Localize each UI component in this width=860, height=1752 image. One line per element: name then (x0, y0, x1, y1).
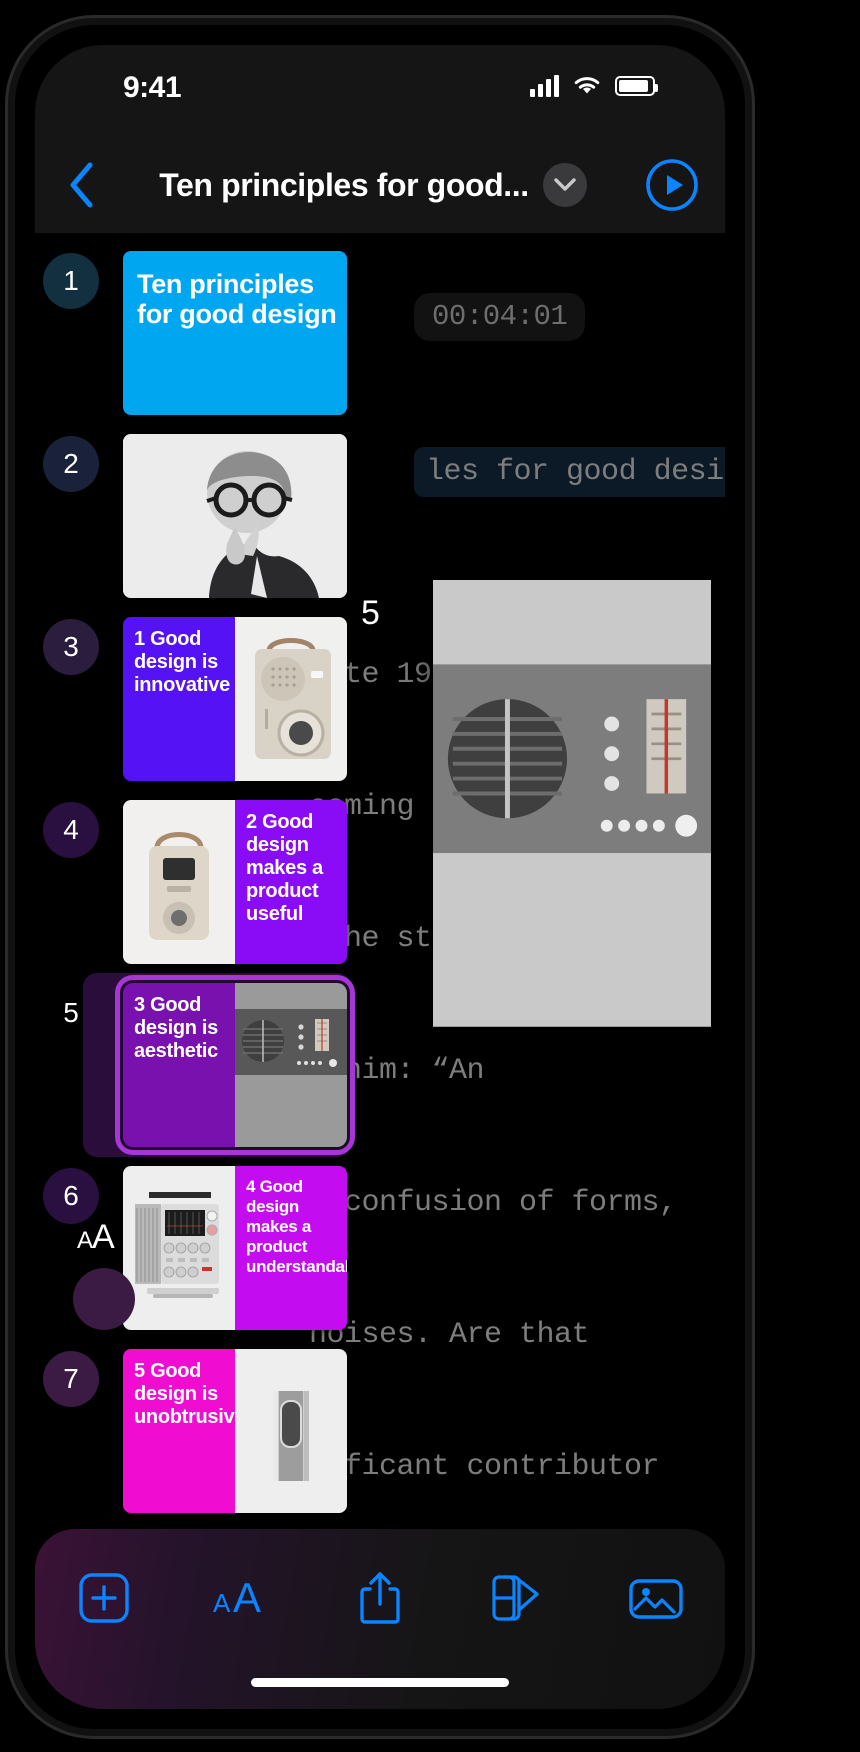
home-indicator (251, 1678, 509, 1687)
braun-juicer-image (123, 800, 235, 964)
color-palette-icon[interactable] (470, 1559, 566, 1637)
status-bar-indicators (530, 75, 658, 97)
slide-thumbnail[interactable] (123, 434, 347, 598)
svg-text:A: A (233, 1574, 261, 1621)
slide-number-badge: 1 (43, 253, 99, 309)
battery-icon (615, 76, 658, 96)
add-plus-square-icon[interactable] (56, 1559, 152, 1637)
braun-audio-system-image (235, 983, 347, 1147)
play-circle-icon (646, 159, 698, 211)
photos-icon[interactable] (608, 1559, 704, 1637)
dragged-slide-number: 5 (361, 594, 380, 632)
braun-receiver-image (123, 1166, 235, 1330)
slide-thumbnail[interactable]: 1 Good design is innovative (123, 617, 347, 781)
slide-rail[interactable]: 1 Ten principles for good design 2 3 1 G… (35, 233, 355, 1709)
slide-thumbnail[interactable]: 5 Good design is unobtrusive (123, 1349, 347, 1513)
slide-title: 5 Good design is unobtrusive (134, 1360, 235, 1428)
slide-row[interactable]: 7 5 Good design is unobtrusive (35, 1341, 347, 1520)
slide-row[interactable]: 2 (35, 426, 347, 605)
slide-number-badge: 2 (43, 436, 99, 492)
slide-thumbnail[interactable]: 3 Good design is aesthetic (115, 975, 355, 1155)
slide-number-badge: 4 (43, 802, 99, 858)
chevron-down-icon (554, 178, 576, 191)
script-heading: les for good design (414, 447, 725, 497)
slide-number-badge: 6 (43, 1168, 99, 1224)
slide-title: 2 Good design makes a product useful (246, 811, 323, 925)
slide-row-selected[interactable]: 5 3 Good design is aesthetic (35, 973, 355, 1157)
title-area: Ten principles for good... (109, 163, 637, 207)
timecode-chip[interactable]: 00:04:01 (414, 293, 586, 341)
text-size-aa-icon[interactable]: A A (194, 1559, 290, 1637)
slide-title: 4 Good design makes a product understand… (246, 1177, 347, 1276)
dieter-rams-portrait-image (123, 434, 347, 598)
text-size-aa-icon[interactable]: AAAA (77, 1218, 115, 1257)
slide-number-badge: 3 (43, 619, 99, 675)
title-menu-button[interactable] (542, 163, 587, 207)
slide-row[interactable]: 1 Ten principles for good design (35, 243, 347, 422)
page-title: Ten principles for good... (159, 166, 529, 203)
signal-bars-icon (530, 75, 559, 97)
braun-radio-t3-image (235, 617, 347, 781)
slide-thumbnail[interactable]: 4 Good design makes a product understand… (123, 1166, 347, 1330)
script-line: him: “An (309, 1054, 485, 1088)
drag-handle-dot[interactable] (73, 1268, 135, 1330)
play-button[interactable] (637, 158, 707, 212)
slide-number-badge: 5 (63, 997, 79, 1028)
chevron-left-icon (70, 162, 93, 208)
script-line: confusion of forms, (309, 1186, 677, 1220)
editor-content: 00:04:01 les for good design late 1970s,… (35, 233, 725, 1709)
dragged-slide-preview[interactable]: 5 3 Good design is aesthetic (321, 572, 711, 1027)
back-button[interactable] (53, 162, 109, 208)
svg-text:A: A (213, 1588, 231, 1618)
braun-lighter-image (235, 1349, 347, 1513)
navigation-bar: Ten principles for good... (35, 137, 725, 233)
phone-device: 9:41 Ten principles for good... 00:04:01… (8, 18, 752, 1736)
phone-screen: 9:41 Ten principles for good... 00:04:01… (35, 45, 725, 1709)
braun-audio-system-image (433, 580, 711, 1027)
script-line: nificant contributor (309, 1450, 660, 1484)
status-bar-clock: 9:41 (123, 71, 182, 104)
script-line: noises. Are that (309, 1318, 590, 1352)
status-bar: 9:41 (35, 45, 725, 137)
slide-thumbnail[interactable]: 2 Good design makes a product useful (123, 800, 347, 964)
slide-row[interactable]: 3 1 Good design is innovative (35, 609, 347, 788)
slide-title: Ten principles for good design (137, 269, 337, 329)
share-icon[interactable] (332, 1559, 428, 1637)
slide-title: 1 Good design is innovative (134, 628, 230, 696)
slide-number-badge: 7 (43, 1351, 99, 1407)
slide-thumbnail[interactable]: Ten principles for good design (123, 251, 347, 415)
slide-row[interactable]: 4 2 Good design makes a product useful (35, 792, 347, 971)
wifi-icon (574, 77, 600, 94)
slide-title: 3 Good design is aesthetic (134, 994, 219, 1062)
